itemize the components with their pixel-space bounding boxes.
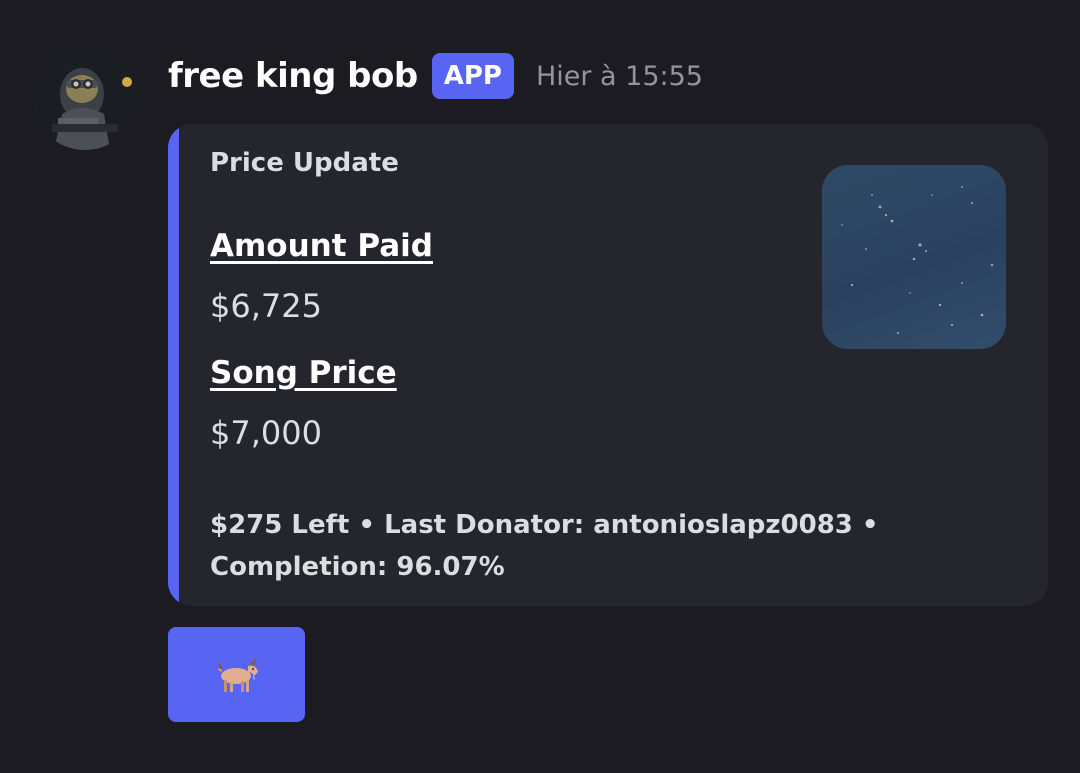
embed-thumbnail[interactable] [822,165,1006,349]
author-name[interactable]: free king bob [168,56,418,96]
field-name-song-price: Song Price [210,355,397,391]
embed-card: Price Update Amount Paid $6,725 Song Pri… [168,124,1048,606]
goat-button[interactable] [168,627,305,722]
author-avatar[interactable] [32,44,138,150]
embed-accent-bar [168,124,179,606]
embed-title: Price Update [210,148,399,178]
app-badge: APP [431,53,514,99]
field-name-amount-paid: Amount Paid [210,228,433,264]
message-header: free king bob APP Hier à 15:55 [168,52,703,100]
chat-message: free king bob APP Hier à 15:55 Price Upd… [0,0,1080,773]
field-value-song-price: $7,000 [210,414,322,452]
embed-footer: $275 Left • Last Donator: antonioslapz00… [210,510,879,582]
field-value-amount-paid: $6,725 [210,287,322,325]
goat-icon [216,657,258,692]
message-timestamp[interactable]: Hier à 15:55 [536,61,703,92]
